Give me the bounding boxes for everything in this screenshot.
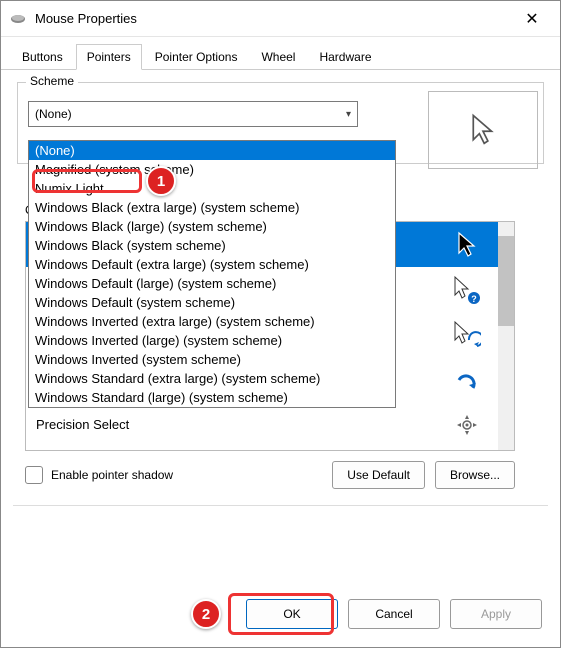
scheme-option[interactable]: Windows Black (system scheme) <box>29 236 395 255</box>
list-item-cursor-icon <box>450 366 484 394</box>
scheme-dropdown[interactable]: (None)Magnified (system scheme)Numix Lig… <box>28 140 396 408</box>
scheme-selected-value: (None) <box>35 107 72 121</box>
svg-text:?: ? <box>471 294 477 304</box>
tab-pointers[interactable]: Pointers <box>76 44 142 70</box>
scheme-option[interactable]: Windows Inverted (extra large) (system s… <box>29 312 395 331</box>
browse-button[interactable]: Browse... <box>435 461 515 489</box>
cancel-button[interactable]: Cancel <box>348 599 440 629</box>
options-row: Enable pointer shadow Use Default Browse… <box>25 461 515 489</box>
list-item[interactable]: Precision Select <box>26 402 498 447</box>
scheme-option[interactable]: Windows Black (extra large) (system sche… <box>29 198 395 217</box>
pointer-shadow-label: Enable pointer shadow <box>51 468 322 482</box>
listbox-scrollbar[interactable] <box>498 222 514 450</box>
tab-strip: Buttons Pointers Pointer Options Wheel H… <box>1 37 560 70</box>
tab-wheel[interactable]: Wheel <box>250 44 306 70</box>
scheme-option[interactable]: Windows Standard (large) (system scheme) <box>29 388 395 407</box>
list-item-label: Precision Select <box>36 417 129 432</box>
scheme-option[interactable]: Windows Default (large) (system scheme) <box>29 274 395 293</box>
use-default-button[interactable]: Use Default <box>332 461 425 489</box>
scheme-option[interactable]: Magnified (system scheme) <box>29 160 395 179</box>
window-title: Mouse Properties <box>35 11 512 26</box>
scheme-combobox[interactable]: (None) ▾ (None)Magnified (system scheme)… <box>28 101 358 127</box>
scheme-option[interactable]: Windows Default (system scheme) <box>29 293 395 312</box>
scheme-option[interactable]: Windows Inverted (system scheme) <box>29 350 395 369</box>
scheme-option[interactable]: Windows Inverted (large) (system scheme) <box>29 331 395 350</box>
close-button[interactable]: ✕ <box>512 9 552 29</box>
scheme-option[interactable]: Windows Black (large) (system scheme) <box>29 217 395 236</box>
scheme-option[interactable]: (None) <box>29 141 395 160</box>
scheme-option[interactable]: Numix Light <box>29 179 395 198</box>
annotation-badge-2: 2 <box>191 599 221 629</box>
scheme-option[interactable]: Windows Standard (extra large) (system s… <box>29 369 395 388</box>
cursor-arrow-icon <box>470 113 496 147</box>
titlebar: Mouse Properties ✕ <box>1 1 560 37</box>
separator <box>13 505 548 506</box>
list-item-cursor-icon: ? <box>450 275 484 305</box>
scheme-option[interactable]: Windows Default (extra large) (system sc… <box>29 255 395 274</box>
dialog-buttons: OK Cancel Apply <box>246 599 542 629</box>
ok-button[interactable]: OK <box>246 599 338 629</box>
list-item-cursor-icon <box>450 231 484 259</box>
chevron-down-icon: ▾ <box>346 109 351 120</box>
scheme-legend: Scheme <box>26 74 78 88</box>
annotation-badge-1: 1 <box>146 166 176 196</box>
tab-pointer-options[interactable]: Pointer Options <box>144 44 249 70</box>
tab-hardware[interactable]: Hardware <box>308 44 382 70</box>
apply-button[interactable]: Apply <box>450 599 542 629</box>
mouse-icon <box>9 13 27 25</box>
tab-buttons[interactable]: Buttons <box>11 44 74 70</box>
list-item-cursor-icon <box>450 320 484 350</box>
list-item-cursor-icon <box>450 412 484 438</box>
pointer-shadow-checkbox[interactable] <box>25 466 43 484</box>
scroll-thumb[interactable] <box>498 236 514 326</box>
pointer-preview <box>428 91 538 169</box>
